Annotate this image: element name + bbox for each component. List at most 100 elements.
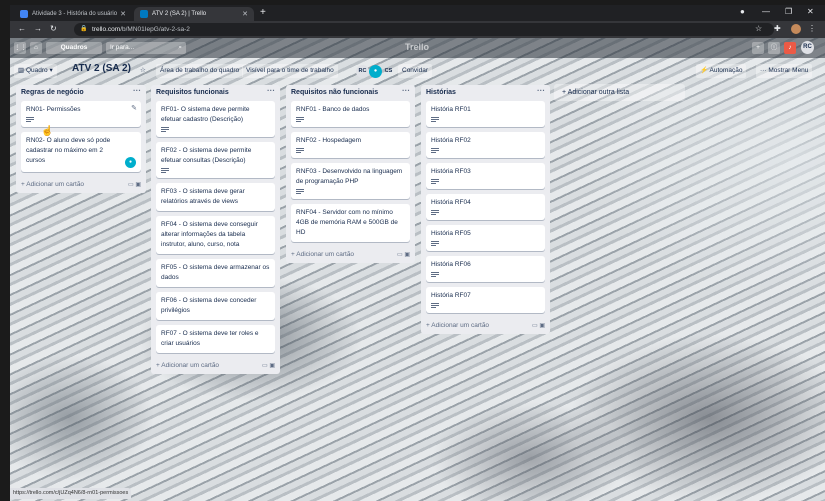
add-card-button[interactable]: + Adicionar um cartão ▭ ▣ [291, 247, 410, 263]
description-icon [431, 241, 439, 247]
description-icon [161, 127, 169, 133]
visibility-button[interactable]: Visível para o time de trabalho [242, 64, 338, 78]
browser-tab[interactable]: Atividade 3 - História do usuário ✕ [14, 7, 132, 21]
list-card[interactable]: História RF04 [426, 194, 545, 220]
card-title: RF04 - O sistema deve conseguir alterar … [161, 221, 258, 248]
automation-button[interactable]: ⚡ Automação [696, 64, 747, 78]
list-card[interactable]: RF04 - O sistema deve conseguir alterar … [156, 216, 275, 254]
minimize-button[interactable]: — [762, 7, 770, 16]
list-requisitos-funcionais: Requisitos funcionais ··· RF01- O sistem… [151, 85, 280, 374]
description-icon [431, 179, 439, 185]
list-header[interactable]: Histórias ··· [426, 85, 545, 101]
list-card[interactable]: História RF07 [426, 287, 545, 313]
list-card[interactable]: História RF03 [426, 163, 545, 189]
create-button[interactable]: + [752, 42, 764, 54]
forward-icon[interactable]: → [34, 24, 42, 33]
card-template-icon[interactable]: ▭ ▣ [262, 358, 275, 374]
boards-label: Quadros [60, 44, 88, 51]
card-template-icon[interactable]: ▭ ▣ [128, 177, 141, 193]
list-card[interactable]: História RF02 [426, 132, 545, 158]
add-card-label: + Adicionar um cartão [21, 181, 85, 188]
list-header[interactable]: Requisitos não funcionais ··· [291, 85, 410, 101]
boards-button[interactable]: Quadros [46, 42, 102, 54]
new-tab-button[interactable]: + [260, 7, 266, 18]
invite-button[interactable]: Convidar [398, 64, 433, 78]
list-card[interactable]: RNF04 - Servidor com no mínimo 4GB de me… [291, 204, 410, 242]
list-menu-icon[interactable]: ··· [537, 83, 545, 99]
screen: Atividade 3 - História do usuário ✕ ATV … [0, 0, 825, 501]
reload-icon[interactable]: ↻ [50, 24, 57, 33]
address-bar[interactable]: 🔒 trello.com/b/MN01IepG/atv-2-sa-2 [74, 23, 774, 36]
add-list-button[interactable]: + Adicionar outra lista [554, 84, 685, 101]
list-card[interactable]: História RF05 [426, 225, 545, 251]
search-input[interactable]: Ir para... ⌕ [106, 42, 186, 54]
list-card[interactable]: RN02- O aluno deve só pode cadastrar no … [21, 132, 141, 172]
card-title: RF05 - O sistema deve armazenar os dados [161, 264, 270, 281]
browser-tab-active[interactable]: ATV 2 (SA 2) | Trello ✕ [134, 7, 254, 21]
back-icon[interactable]: ← [18, 24, 26, 33]
edit-pencil-icon[interactable]: ✎ [131, 104, 137, 114]
description-icon [431, 117, 439, 123]
close-icon[interactable]: ✕ [242, 10, 248, 18]
workspace-button[interactable]: Área de trabalho do quadro [156, 64, 244, 78]
show-menu-button[interactable]: ··· Mostrar Menu [756, 64, 813, 78]
member-avatar[interactable]: CS [382, 65, 395, 78]
star-board-icon[interactable]: ☆ [136, 64, 150, 78]
list-menu-icon[interactable]: ··· [267, 83, 275, 99]
add-card-button[interactable]: + Adicionar um cartão ▭ ▣ [156, 358, 275, 374]
list-card[interactable]: História RF01 [426, 101, 545, 127]
card-member-avatar: ● [125, 157, 136, 168]
window-close-button[interactable]: ✕ [807, 7, 814, 16]
list-header[interactable]: Requisitos funcionais ··· [156, 85, 275, 101]
list-card[interactable]: RF01- O sistema deve permite efetuar cad… [156, 101, 275, 137]
card-title: RN02- O aluno deve só pode cadastrar no … [26, 137, 111, 164]
card-title: RF06 - O sistema deve conceder privilégi… [161, 297, 257, 314]
list-card[interactable]: História RF06 [426, 256, 545, 282]
description-icon [296, 148, 304, 154]
add-card-button[interactable]: + Adicionar um cartão ▭ ▣ [21, 177, 141, 193]
trello-logo[interactable]: Trello [405, 42, 429, 52]
board-title[interactable]: ATV 2 (SA 2) [72, 63, 131, 74]
add-card-button[interactable]: + Adicionar um cartão ▭ ▣ [426, 318, 545, 334]
search-icon: ⌕ [178, 44, 182, 51]
list-card[interactable]: RNF01 - Banco de dados [291, 101, 410, 127]
list-card[interactable]: RF02 - O sistema deve permite efetuar co… [156, 142, 275, 178]
card-title: RN01- Permissões [26, 106, 81, 113]
list-card[interactable]: RF05 - O sistema deve armazenar os dados [156, 259, 275, 287]
card-template-icon[interactable]: ▭ ▣ [532, 318, 545, 334]
browser-menu-icon[interactable]: ⋮ [808, 24, 816, 33]
info-icon[interactable]: ⓘ [768, 42, 780, 54]
apps-icon[interactable]: ⋮⋮ [14, 42, 27, 54]
star-icon[interactable]: ☆ [755, 24, 762, 33]
notifications-bell-icon[interactable]: ♪ [784, 42, 796, 54]
close-icon[interactable]: ✕ [120, 10, 126, 18]
list-header[interactable]: Regras de negócio ··· [21, 85, 141, 101]
description-icon [296, 189, 304, 195]
list-card[interactable]: RN01- Permissões ✎ [21, 101, 141, 127]
extensions-icon[interactable]: ✚ [774, 24, 781, 33]
user-avatar[interactable]: RC [801, 41, 814, 54]
list-menu-icon[interactable]: ··· [133, 83, 141, 99]
home-icon[interactable]: ⌂ [30, 42, 42, 54]
search-placeholder: Ir para... [110, 44, 135, 51]
list-menu-icon[interactable]: ··· [402, 83, 410, 99]
member-avatar[interactable]: RC [356, 65, 369, 78]
member-avatar[interactable]: ● [369, 65, 382, 78]
maximize-button[interactable]: ❐ [785, 7, 792, 16]
profile-avatar[interactable] [791, 24, 801, 34]
trello-header: ⋮⋮ ⌂ Quadros Ir para... ⌕ Trello + ⓘ ♪ R… [10, 38, 825, 58]
list-card[interactable]: RF06 - O sistema deve conceder privilégi… [156, 292, 275, 320]
list-card[interactable]: RF07 - O sistema deve ter roles e criar … [156, 325, 275, 353]
list-card[interactable]: RNF03 - Desenvolvido na linguagem de pro… [291, 163, 410, 199]
profile-dot-icon[interactable]: ● [740, 7, 745, 16]
board-view-button[interactable]: ▥ Quadro ▾ [14, 64, 57, 78]
list-title: Requisitos funcionais [156, 89, 229, 96]
card-title: RNF04 - Servidor com no mínimo 4GB de me… [296, 209, 398, 236]
list-card[interactable]: RF03 - O sistema deve gerar relatórios a… [156, 183, 275, 211]
card-title: História RF06 [431, 261, 471, 268]
list-title: Histórias [426, 89, 456, 96]
list-card[interactable]: RNF02 - Hospedagem [291, 132, 410, 158]
card-template-icon[interactable]: ▭ ▣ [397, 247, 410, 263]
docs-favicon-icon [20, 10, 28, 18]
card-title: RNF01 - Banco de dados [296, 106, 370, 113]
